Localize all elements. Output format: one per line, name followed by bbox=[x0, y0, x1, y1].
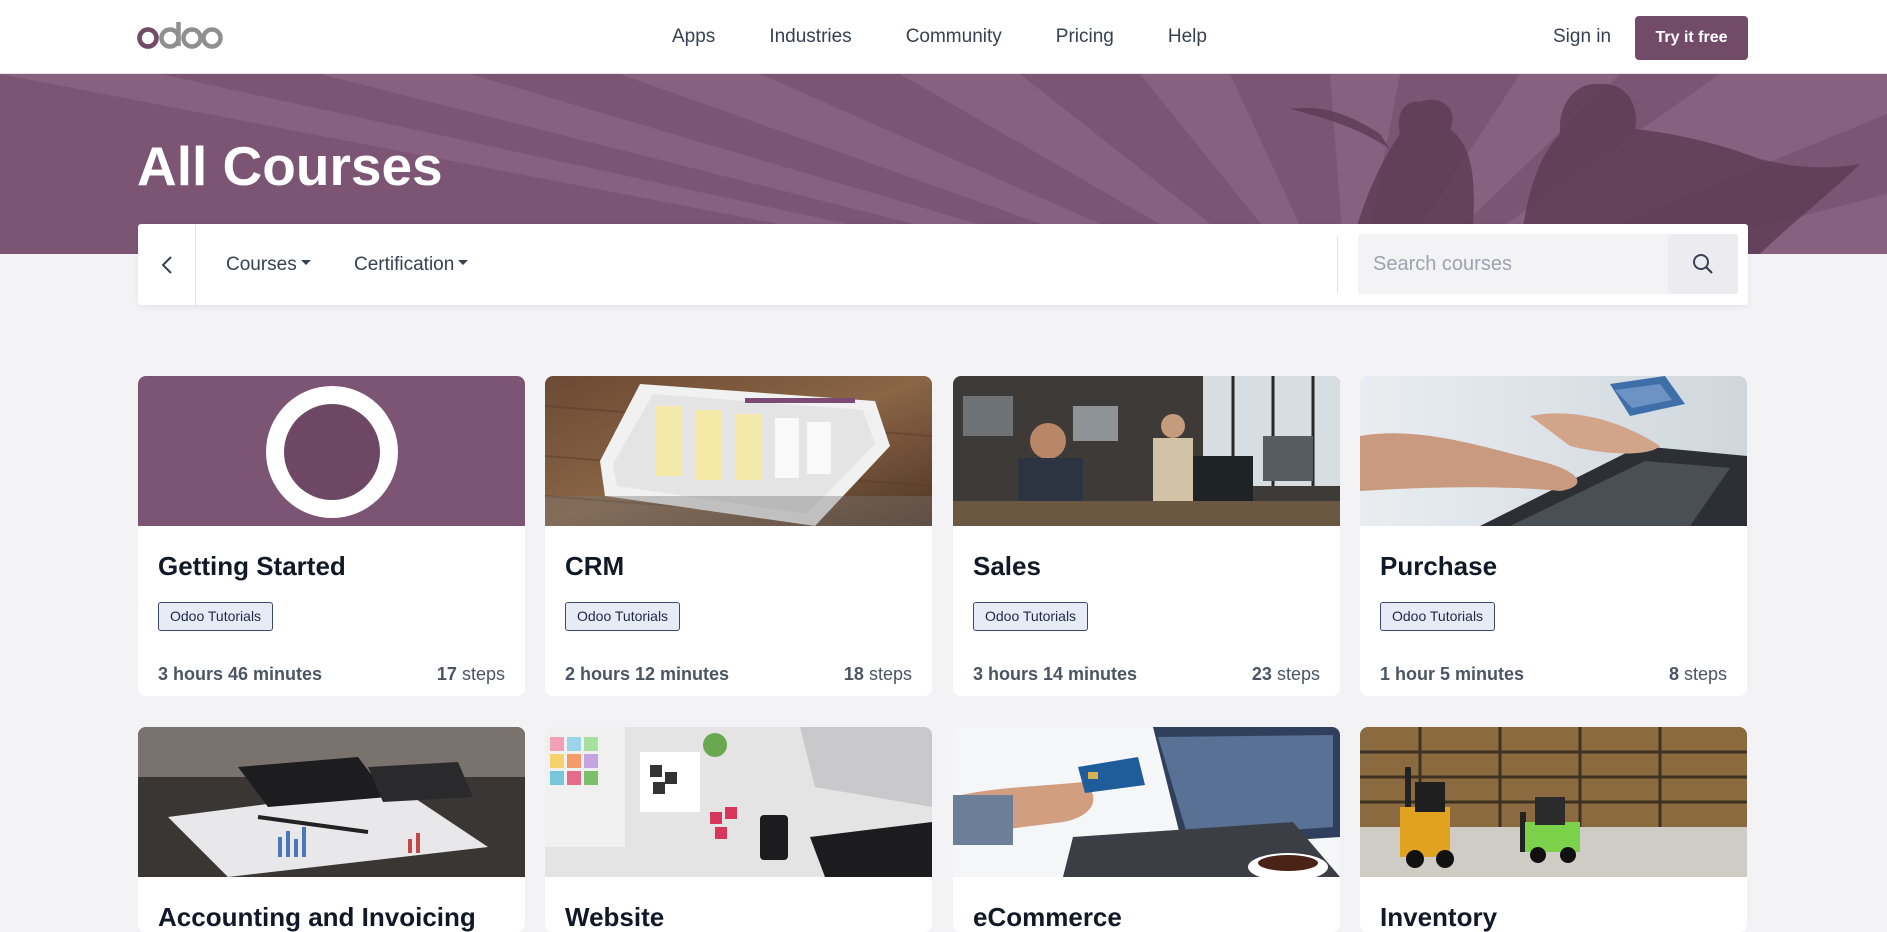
courses-dropdown[interactable]: Courses bbox=[226, 254, 311, 276]
course-duration: 3 hours 46 minutes bbox=[158, 664, 323, 684]
course-card[interactable]: Website bbox=[545, 727, 932, 932]
course-steps: 23 steps bbox=[1251, 664, 1320, 684]
filter-bar: Courses Certification bbox=[138, 224, 1748, 305]
course-title[interactable]: Inventory bbox=[1380, 902, 1497, 932]
course-title[interactable]: Getting Started bbox=[158, 551, 346, 582]
course-card[interactable]: Getting Started Odoo Tutorials 3 hours 4… bbox=[138, 376, 525, 696]
top-navigation: Apps Industries Community Pricing Help S… bbox=[0, 0, 1887, 74]
course-card[interactable]: CRM Odoo Tutorials 2 hours 12 minutes 18… bbox=[545, 376, 932, 696]
course-card[interactable]: Sales Odoo Tutorials 3 hours 14 minutes … bbox=[953, 376, 1340, 696]
course-tag[interactable]: Odoo Tutorials bbox=[158, 602, 274, 631]
course-duration: 3 hours 14 minutes bbox=[973, 664, 1138, 684]
course-thumbnail bbox=[138, 727, 525, 877]
course-title[interactable]: Sales bbox=[973, 551, 1041, 582]
course-title[interactable]: Website bbox=[565, 902, 664, 932]
course-duration: 1 hour 5 minutes bbox=[1380, 664, 1525, 684]
course-steps: 17 steps bbox=[436, 664, 505, 684]
nav-apps[interactable]: Apps bbox=[672, 26, 715, 48]
back-button[interactable] bbox=[138, 224, 196, 305]
course-card[interactable]: Inventory bbox=[1360, 727, 1747, 932]
nav-community[interactable]: Community bbox=[906, 26, 1002, 48]
course-title[interactable]: Accounting and Invoicing bbox=[158, 902, 476, 932]
search-input[interactable] bbox=[1358, 234, 1668, 294]
caret-down-icon bbox=[458, 260, 469, 266]
page-title: All Courses bbox=[137, 135, 443, 197]
search-icon bbox=[1693, 254, 1713, 274]
course-card[interactable]: Accounting and Invoicing bbox=[138, 727, 525, 932]
nav-pricing[interactable]: Pricing bbox=[1056, 26, 1114, 48]
try-it-free-button[interactable]: Try it free bbox=[1635, 16, 1748, 60]
certification-dropdown[interactable]: Certification bbox=[354, 254, 469, 276]
course-title[interactable]: eCommerce bbox=[973, 902, 1122, 932]
course-steps: 18 steps bbox=[843, 664, 912, 684]
course-steps: 8 steps bbox=[1668, 664, 1727, 684]
odoo-logo[interactable] bbox=[137, 20, 223, 52]
course-tag[interactable]: Odoo Tutorials bbox=[1380, 602, 1496, 631]
course-duration: 2 hours 12 minutes bbox=[565, 664, 730, 684]
course-tag[interactable]: Odoo Tutorials bbox=[973, 602, 1089, 631]
sign-in-link[interactable]: Sign in bbox=[1553, 26, 1611, 48]
certification-dropdown-label: Certification bbox=[354, 254, 455, 275]
nav-industries[interactable]: Industries bbox=[769, 26, 851, 48]
course-thumbnail bbox=[953, 727, 1340, 877]
course-card[interactable]: Purchase Odoo Tutorials 1 hour 5 minutes… bbox=[1360, 376, 1747, 696]
course-thumbnail bbox=[1360, 727, 1747, 877]
course-thumbnail bbox=[953, 376, 1340, 526]
course-thumbnail bbox=[138, 376, 525, 526]
course-title[interactable]: CRM bbox=[565, 551, 624, 582]
divider bbox=[1337, 236, 1338, 293]
courses-dropdown-label: Courses bbox=[226, 254, 297, 275]
course-thumbnail bbox=[1360, 376, 1747, 526]
nav-help[interactable]: Help bbox=[1168, 26, 1207, 48]
search-button[interactable] bbox=[1668, 234, 1738, 294]
course-tag[interactable]: Odoo Tutorials bbox=[565, 602, 681, 631]
course-thumbnail bbox=[545, 376, 932, 526]
course-title[interactable]: Purchase bbox=[1380, 551, 1497, 582]
course-thumbnail bbox=[545, 727, 932, 877]
chevron-left-icon bbox=[161, 255, 172, 274]
course-card[interactable]: eCommerce bbox=[953, 727, 1340, 932]
caret-down-icon bbox=[300, 260, 311, 266]
